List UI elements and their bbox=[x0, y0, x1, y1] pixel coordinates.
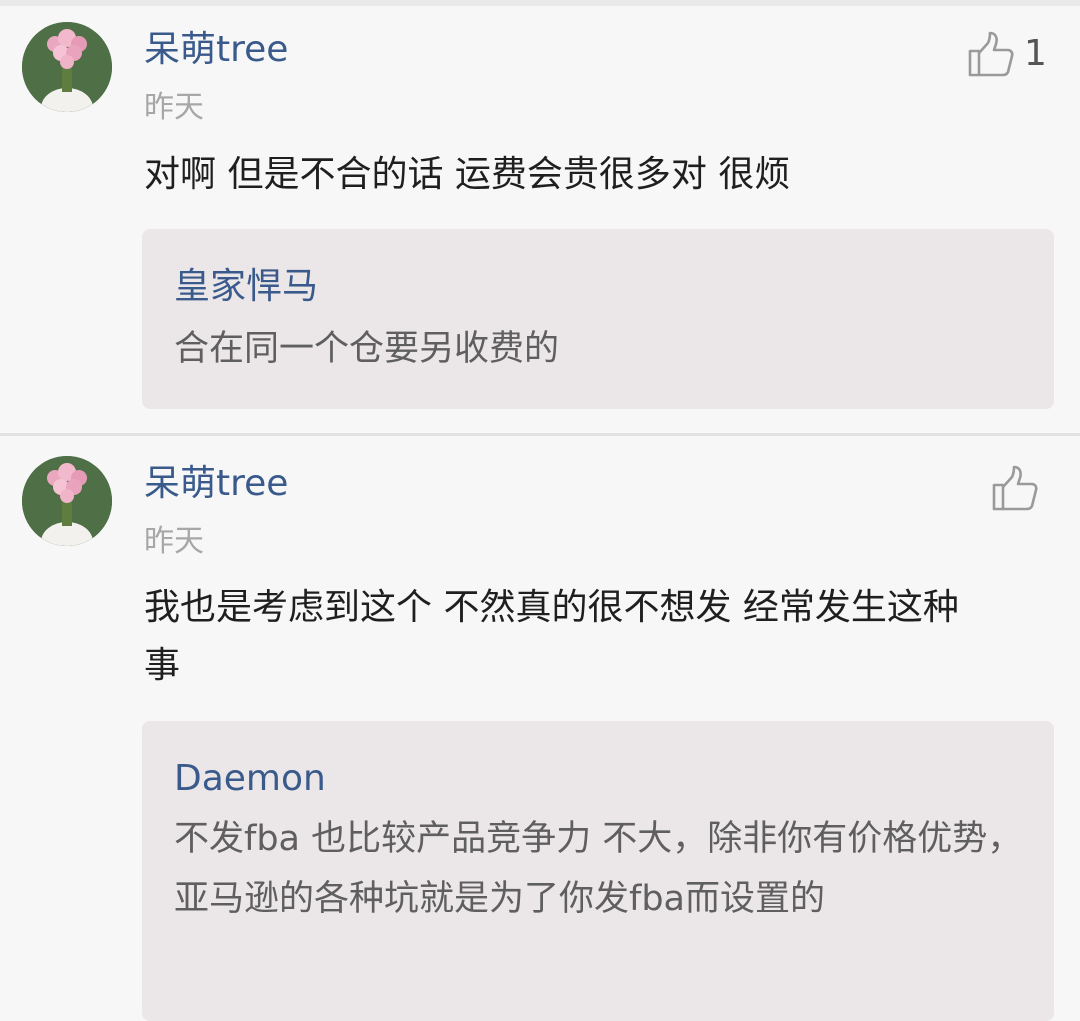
thumbs-up-icon bbox=[992, 465, 1038, 511]
like-button[interactable] bbox=[990, 464, 1040, 514]
timestamp: 昨天 bbox=[144, 90, 204, 125]
comment-item: 呆萌tree 昨天 我也是考虑到这个 不然真的很不想发 经常发生这种事 Daem… bbox=[0, 436, 1080, 1021]
reply-author[interactable]: 皇家悍马 bbox=[174, 265, 318, 309]
username[interactable]: 呆萌tree bbox=[144, 462, 288, 506]
quoted-reply[interactable]: 皇家悍马 合在同一个仓要另收费的 bbox=[142, 229, 1054, 409]
thumbs-up-icon bbox=[968, 31, 1014, 77]
comment-item: 呆萌tree 昨天 1 对啊 但是不合的话 运费会贵很多对 很烦 皇家悍马 合在… bbox=[0, 6, 1080, 434]
avatar[interactable] bbox=[22, 456, 112, 546]
like-count: 1 bbox=[1024, 33, 1047, 74]
reply-text: 不发fba 也比较产品竞争力 不大，除非你有价格优势，亚马逊的各种坑就是为了你发… bbox=[174, 819, 1023, 919]
reply-author[interactable]: Daemon bbox=[174, 757, 326, 801]
comment-text: 对啊 但是不合的话 运费会贵很多对 很烦 bbox=[144, 154, 791, 195]
avatar-flowers-icon bbox=[22, 22, 112, 112]
quoted-reply[interactable]: Daemon 不发fba 也比较产品竞争力 不大，除非你有价格优势，亚马逊的各种… bbox=[142, 721, 1054, 1021]
username[interactable]: 呆萌tree bbox=[144, 28, 288, 72]
avatar[interactable] bbox=[22, 22, 112, 112]
comment-text: 我也是考虑到这个 不然真的很不想发 经常发生这种事 bbox=[144, 587, 959, 686]
reply-text: 合在同一个仓要另收费的 bbox=[174, 329, 560, 369]
avatar-flowers-icon bbox=[22, 456, 112, 546]
timestamp: 昨天 bbox=[144, 524, 204, 559]
like-button[interactable] bbox=[966, 30, 1016, 80]
